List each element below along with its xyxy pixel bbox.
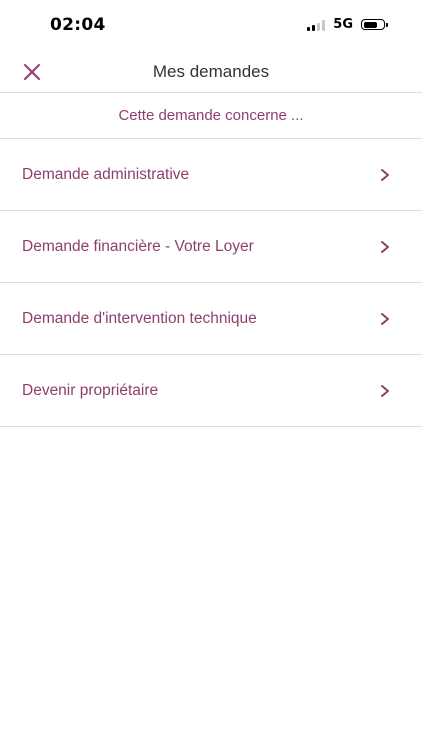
list-item-technical-intervention[interactable]: Demande d'intervention technique bbox=[0, 283, 422, 355]
battery-body bbox=[361, 19, 385, 30]
list-item-label: Demande administrative bbox=[22, 166, 190, 183]
chevron-right-icon bbox=[381, 385, 389, 397]
chevron-right-icon bbox=[381, 241, 389, 253]
chevron-right-icon bbox=[381, 169, 389, 181]
battery-level bbox=[363, 21, 377, 28]
network-type: 5G bbox=[333, 17, 353, 32]
signal-bar bbox=[312, 24, 316, 31]
battery-tip bbox=[386, 22, 388, 27]
status-bar: 02:04 5G bbox=[0, 0, 422, 52]
battery-icon bbox=[361, 19, 388, 30]
signal-bar bbox=[322, 19, 326, 31]
list-item-administrative[interactable]: Demande administrative bbox=[0, 139, 422, 211]
chevron-right-icon bbox=[381, 313, 389, 325]
request-subheader: Cette demande concerne ... bbox=[0, 93, 422, 139]
nav-header: Mes demandes bbox=[0, 52, 422, 93]
list-item-label: Devenir propriétaire bbox=[22, 382, 159, 399]
status-indicators: 5G bbox=[307, 17, 388, 32]
list-item-become-owner[interactable]: Devenir propriétaire bbox=[0, 355, 422, 427]
signal-bar bbox=[317, 22, 321, 31]
list-item-financial-rent[interactable]: Demande financière - Votre Loyer bbox=[0, 211, 422, 283]
list-item-label: Demande financière - Votre Loyer bbox=[22, 238, 254, 255]
signal-bar bbox=[307, 26, 311, 31]
list-item-label: Demande d'intervention technique bbox=[22, 310, 257, 327]
request-type-list: Demande administrative Demande financièr… bbox=[0, 139, 422, 427]
signal-strength-icon bbox=[307, 19, 326, 31]
status-time: 02:04 bbox=[50, 15, 106, 35]
page-title: Mes demandes bbox=[152, 62, 270, 81]
